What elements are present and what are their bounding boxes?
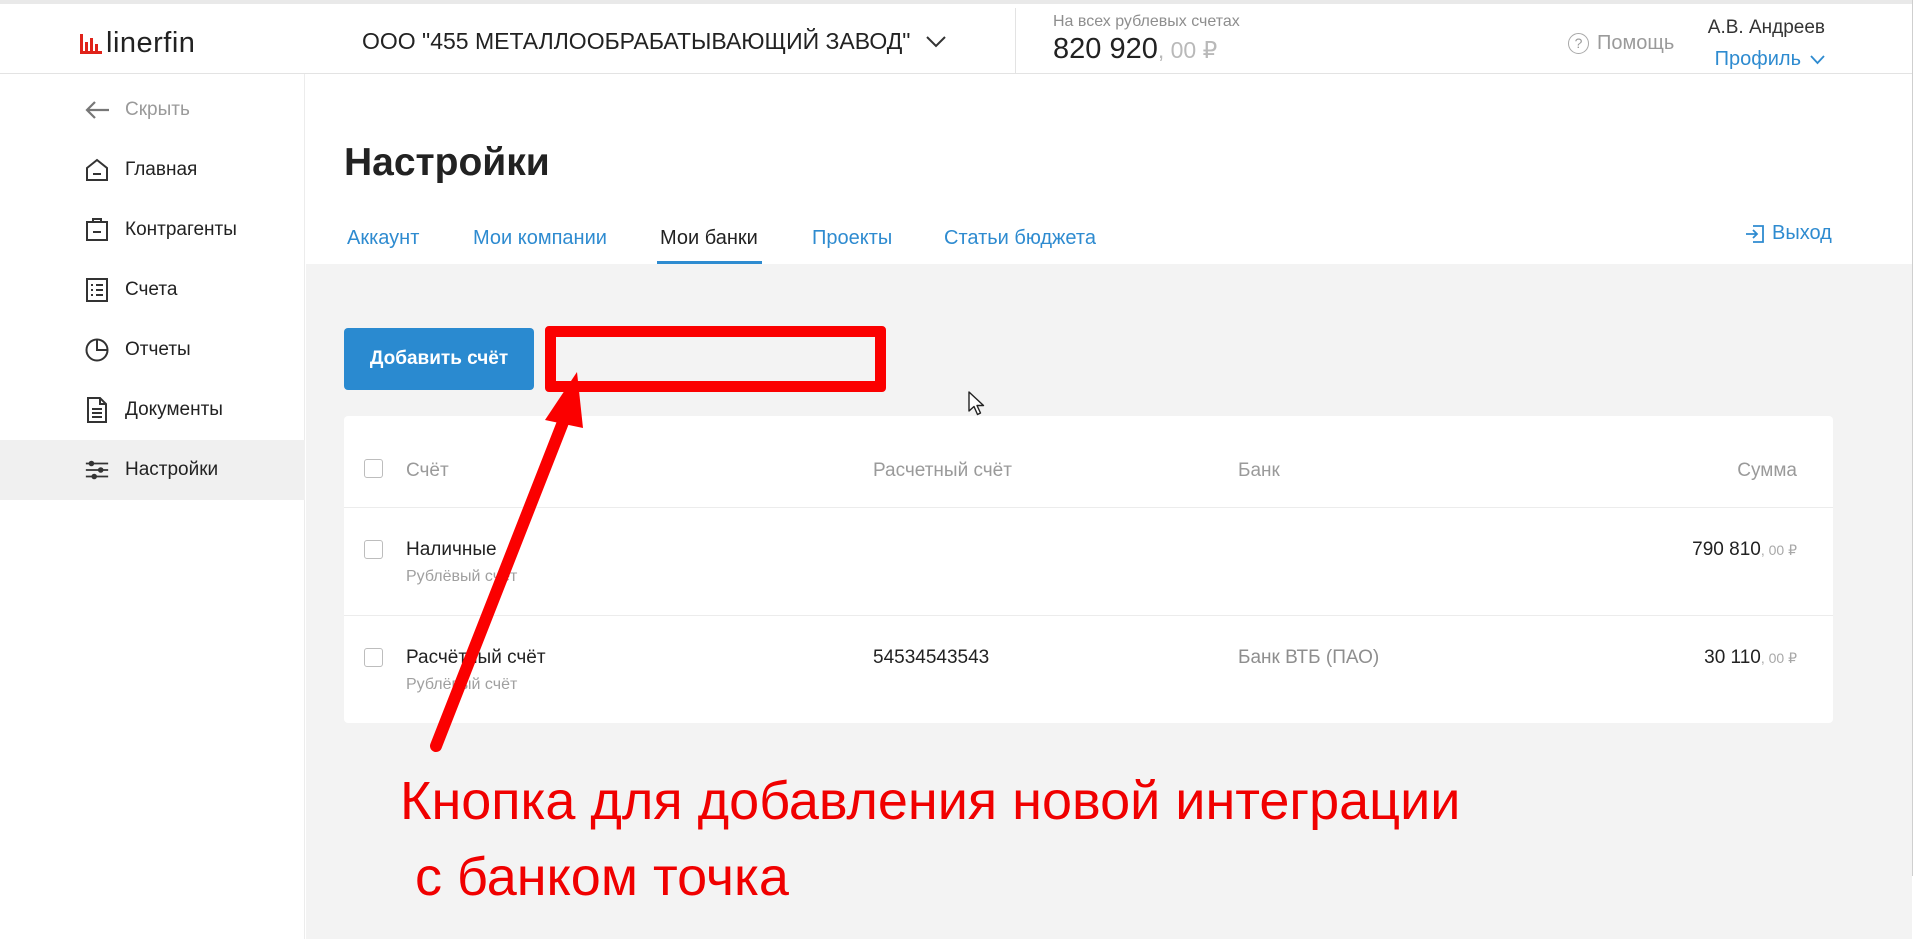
documents-icon	[84, 397, 110, 423]
profile-dropdown[interactable]: Профиль	[1708, 48, 1825, 71]
logout-label: Выход	[1772, 222, 1832, 244]
column-header-settlement: Расчетный счёт	[873, 460, 1012, 481]
account-sum: 790 810, 00 ₽	[1692, 539, 1797, 560]
sidebar-item-accounts[interactable]: Счета	[0, 260, 305, 320]
row-checkbox[interactable]	[364, 648, 383, 667]
tab-my-companies[interactable]: Мои компании	[473, 227, 607, 250]
sidebar: Скрыть Главная Контрагенты Счета Отчеты …	[0, 74, 305, 939]
sidebar-item-label: Счета	[125, 279, 178, 300]
tab-projects[interactable]: Проекты	[812, 227, 892, 250]
vertical-scrollbar[interactable]	[1912, 0, 1919, 876]
sidebar-item-label: Отчеты	[125, 339, 191, 360]
row-checkbox[interactable]	[364, 540, 383, 559]
header-divider	[1015, 8, 1016, 76]
tab-account[interactable]: Аккаунт	[347, 227, 419, 250]
accounts-icon	[84, 277, 110, 303]
sidebar-item-label: Главная	[125, 159, 198, 180]
sidebar-item-settings[interactable]: Настройки	[0, 440, 305, 500]
sidebar-item-label: Документы	[125, 399, 223, 420]
sidebar-item-documents[interactable]: Документы	[0, 380, 305, 440]
settlement-account: 54534543543	[873, 647, 990, 668]
annotation-highlight-box	[545, 326, 886, 392]
sidebar-item-contractors[interactable]: Контрагенты	[0, 200, 305, 260]
reports-icon	[84, 337, 110, 363]
balance-decimals: , 00 ₽	[1157, 37, 1218, 63]
column-header-bank: Банк	[1238, 460, 1280, 481]
logo-text: linerfin	[106, 27, 196, 59]
mouse-cursor-icon	[968, 391, 985, 416]
add-account-button[interactable]: Добавить счёт	[344, 328, 534, 390]
sidebar-item-label: Контрагенты	[125, 219, 237, 240]
arrow-left-icon	[84, 97, 110, 123]
settings-icon	[84, 457, 110, 483]
chevron-down-icon	[1810, 54, 1825, 64]
help-link[interactable]: ? Помощь	[1568, 32, 1674, 55]
user-name: А.В. Андреев	[1707, 17, 1825, 38]
page-title: Настройки	[344, 141, 550, 184]
accounts-table	[344, 416, 1833, 723]
sidebar-item-reports[interactable]: Отчеты	[0, 320, 305, 380]
tab-budget-items[interactable]: Статьи бюджета	[944, 227, 1096, 250]
user-menu: А.В. Андреев Профиль	[1708, 17, 1825, 71]
account-sum: 30 110, 00 ₽	[1704, 647, 1797, 668]
account-type: Рублёвый счёт	[406, 676, 518, 693]
company-selector[interactable]: ООО "455 МЕТАЛЛООБРАБАТЫВАЮЩИЙ ЗАВОД"	[362, 28, 947, 55]
chevron-down-icon	[926, 35, 947, 47]
balance-summary: На всех рублевых счетах 820 920, 00 ₽	[1053, 13, 1240, 66]
top-header: linerfin ООО "455 МЕТАЛЛООБРАБАТЫВАЮЩИЙ …	[0, 0, 1912, 76]
row-divider	[344, 615, 1833, 616]
balance-amount: 820 920	[1053, 33, 1158, 65]
logo-bars-icon	[80, 34, 102, 54]
row-divider	[344, 507, 1833, 508]
account-type: Рублёвый счёт	[406, 568, 518, 585]
balance-caption: На всех рублевых счетах	[1053, 13, 1240, 30]
profile-label: Профиль	[1714, 48, 1801, 70]
company-name: ООО "455 МЕТАЛЛООБРАБАТЫВАЮЩИЙ ЗАВОД"	[362, 28, 911, 54]
column-header-account: Счёт	[406, 460, 449, 481]
select-all-checkbox[interactable]	[364, 459, 383, 478]
question-icon: ?	[1568, 33, 1589, 54]
help-label: Помощь	[1597, 32, 1675, 54]
account-name[interactable]: Наличные	[406, 539, 497, 561]
sidebar-hide[interactable]: Скрыть	[0, 80, 305, 140]
column-header-sum: Сумма	[1737, 460, 1797, 481]
app-logo[interactable]: linerfin	[80, 28, 195, 58]
home-icon	[84, 157, 110, 183]
sidebar-hide-label: Скрыть	[125, 99, 190, 120]
tab-my-banks[interactable]: Мои банки	[660, 227, 758, 250]
bank-name: Банк ВТБ (ПАО)	[1238, 647, 1380, 668]
contacts-icon	[84, 217, 110, 243]
annotation-caption: Кнопка для добавления новой интеграции с…	[400, 771, 1461, 907]
logout-link[interactable]: Выход	[1745, 222, 1832, 245]
account-name[interactable]: Расчётный счёт	[406, 647, 546, 669]
logout-icon	[1746, 224, 1764, 243]
sidebar-item-label: Настройки	[125, 459, 219, 480]
sidebar-item-home[interactable]: Главная	[0, 140, 305, 200]
